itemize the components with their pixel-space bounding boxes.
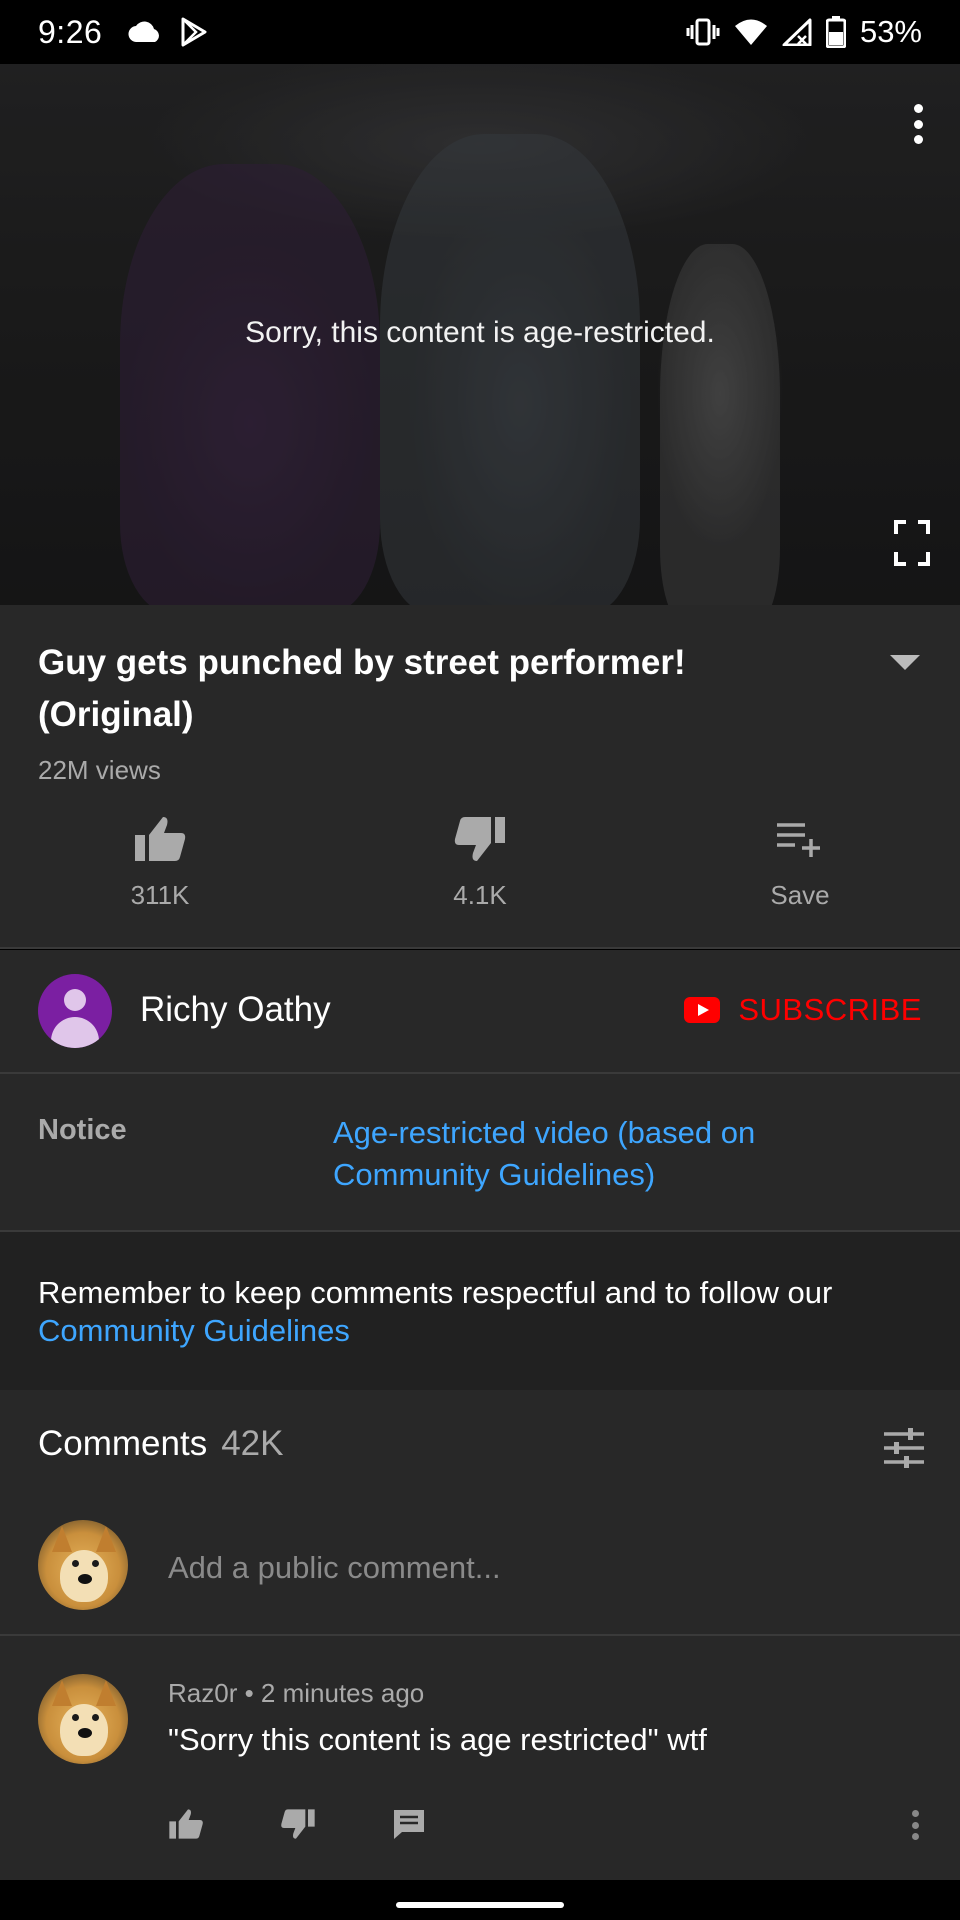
thumbs-up-icon (135, 817, 186, 861)
subscribe-label: SUBSCRIBE (738, 992, 922, 1027)
comments-header[interactable]: Comments 42K (38, 1424, 284, 1464)
like-button[interactable]: 311K (0, 810, 320, 911)
signal-icon (782, 18, 812, 46)
navigation-bar (0, 1880, 960, 1920)
notice-label: Notice (38, 1114, 127, 1146)
divider (0, 947, 960, 949)
video-player[interactable]: Sorry, this content is age-restricted. (0, 64, 960, 605)
save-button[interactable]: Save (640, 810, 960, 911)
like-count: 311K (130, 880, 190, 910)
channel-name[interactable]: Richy Oathy (140, 990, 331, 1030)
video-actions: 311K 4.1K Save (0, 810, 960, 911)
comment-dislike-button[interactable] (280, 1802, 392, 1846)
age-restricted-message: Sorry, this content is age-restricted. (245, 316, 715, 349)
dislike-count: 4.1K (453, 880, 507, 910)
video-title[interactable]: Guy gets punched by street performer! (O… (38, 637, 798, 741)
cloud-icon (128, 21, 160, 43)
status-time: 9:26 (38, 13, 103, 50)
home-indicator[interactable] (396, 1902, 564, 1908)
wifi-icon (734, 19, 767, 45)
youtube-logo-icon (684, 997, 721, 1023)
comment-item: Raz0r • 2 minutes ago "Sorry this conten… (0, 1634, 960, 1870)
notice-section: Notice Age-restricted video (based on Co… (0, 1074, 960, 1230)
comments-title: Comments (38, 1424, 208, 1463)
battery-percent: 53% (859, 14, 922, 49)
status-bar: 9:26 53% (0, 0, 960, 64)
subscribe-button[interactable]: SUBSCRIBE (684, 992, 922, 1028)
comment-reply-button[interactable] (392, 1802, 504, 1846)
playlist-add-icon (777, 823, 820, 857)
comments-count: 42K (221, 1424, 284, 1463)
video-info-panel: Guy gets punched by street performer! (O… (0, 605, 960, 948)
save-label: Save (770, 880, 830, 910)
comment-more-icon[interactable] (912, 1810, 920, 1840)
commenter-avatar[interactable] (38, 1674, 128, 1764)
channel-avatar[interactable] (38, 974, 112, 1048)
channel-row[interactable]: Richy Oathy SUBSCRIBE (0, 950, 960, 1072)
comment-like-button[interactable] (168, 1802, 280, 1846)
comment-actions (168, 1802, 504, 1846)
status-left-icons (128, 17, 208, 47)
comment-text: "Sorry this content is age restricted" w… (168, 1722, 707, 1757)
comment-author[interactable]: Raz0r (168, 1678, 237, 1708)
view-count: 22M views (38, 755, 161, 785)
comments-section: Comments 42K Add a public comment... Raz0… (0, 1390, 960, 1880)
fullscreen-icon[interactable] (894, 520, 930, 566)
vibrate-icon (686, 18, 720, 46)
comment-meta: Raz0r • 2 minutes ago (168, 1678, 425, 1708)
comment-time: 2 minutes ago (260, 1678, 425, 1708)
avatar-body (51, 1017, 99, 1048)
notice-link[interactable]: Age-restricted video (based on Community… (333, 1112, 853, 1196)
comment-guidelines: Remember to keep comments respectful and… (0, 1232, 960, 1390)
community-guidelines-link[interactable]: Community Guidelines (38, 1313, 350, 1348)
avatar-head (64, 989, 86, 1011)
battery-icon (825, 16, 846, 48)
guidelines-message: Remember to keep comments respectful and… (38, 1275, 833, 1310)
add-comment-input[interactable]: Add a public comment... (168, 1550, 501, 1586)
expand-description-icon[interactable] (890, 655, 920, 670)
dislike-button[interactable]: 4.1K (320, 810, 640, 911)
sort-comments-icon[interactable] (882, 1426, 926, 1470)
guidelines-text: Remember to keep comments respectful and… (38, 1274, 928, 1350)
thumbs-up-icon (169, 1809, 203, 1839)
thumbs-down-icon (281, 1809, 315, 1839)
thumbs-down-icon (454, 817, 505, 861)
current-user-avatar (38, 1520, 128, 1610)
reply-icon (394, 1810, 424, 1839)
play-store-icon (181, 17, 207, 47)
status-right: 53% (686, 14, 922, 50)
more-options-icon[interactable] (910, 104, 926, 144)
